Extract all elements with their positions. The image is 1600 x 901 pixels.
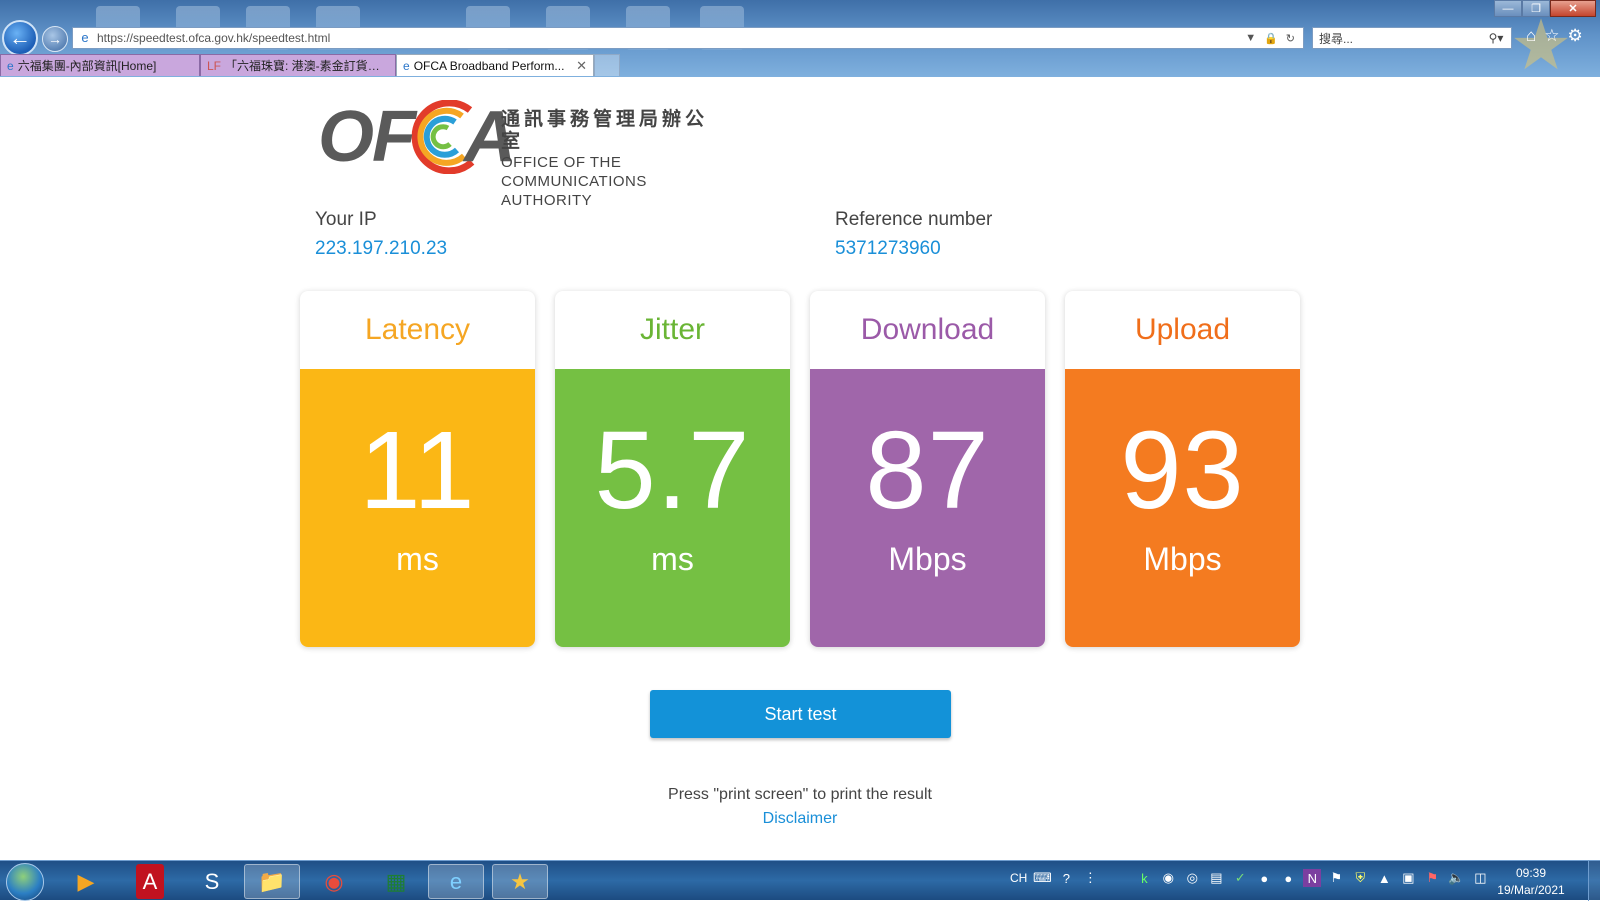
network-icon[interactable]: ▤ <box>1207 869 1225 887</box>
search-icon[interactable]: ⚲▾ <box>1481 31 1511 45</box>
upload-unit: Mbps <box>1143 541 1222 577</box>
tab-order-area[interactable]: LF 「六福珠寶: 港澳-素金訂貨區... <box>200 54 396 76</box>
arrow-left-icon: ← <box>9 25 31 50</box>
flag-alert-icon[interactable]: ⚑ <box>1423 869 1441 887</box>
show-desktop-button[interactable] <box>1588 861 1600 901</box>
chat-icon[interactable]: ◉ <box>1159 869 1177 887</box>
file-explorer-icon[interactable]: 📁 <box>244 864 300 899</box>
latency-title: Latency <box>364 313 471 346</box>
jitter-card: Jitter 5.7 ms <box>555 291 790 647</box>
page-content: OFCA 通訊事務管理局辦公室 OFFICE OF THE COMMUNICAT… <box>0 77 1600 860</box>
k-app-icon[interactable]: k <box>1135 869 1153 887</box>
reference-value: 5371273960 <box>835 238 941 259</box>
acrobat-reader-icon[interactable]: A <box>136 864 164 899</box>
system-tray: CH ⌨ ? ⋮ k ◉ ◎ ▤ ✓ ● ● N ⚑ ⛨ ▲ ▣ ⚑ 🔈 ◫ <box>1010 869 1489 887</box>
dot-icon[interactable]: ● <box>1279 869 1297 887</box>
new-tab-button[interactable] <box>594 54 620 76</box>
latency-card: Latency 11 ms <box>300 291 535 647</box>
shield-icon[interactable]: ⛨ <box>1351 869 1369 887</box>
ie-favicon-icon: e <box>403 58 410 73</box>
reference-label: Reference number <box>835 209 993 230</box>
search-input[interactable]: 搜尋... <box>1319 30 1481 47</box>
disclaimer-link[interactable]: Disclaimer <box>763 810 838 827</box>
ofca-logo: OFCA 通訊事務管理局辦公室 OFFICE OF THE COMMUNICAT… <box>318 97 728 209</box>
volume-icon[interactable]: 🔈 <box>1447 869 1465 887</box>
download-unit: Mbps <box>888 541 967 577</box>
tab-internal-home[interactable]: e 六福集團-內部資訊[Home] <box>0 54 200 76</box>
lock-icon[interactable]: 🔒 <box>1264 32 1278 45</box>
clock-date: 19/Mar/2021 <box>1497 883 1565 897</box>
latency-unit: ms <box>396 541 439 577</box>
update-icon[interactable]: ⚑ <box>1327 869 1345 887</box>
jitter-unit: ms <box>651 541 694 577</box>
clock[interactable]: 09:39 19/Mar/2021 <box>1486 865 1576 899</box>
ip-info: Your IP 223.197.210.23 <box>315 207 447 265</box>
ofca-wordmark: OFCA <box>318 97 516 177</box>
ie-favicon-icon: e <box>7 58 14 73</box>
download-title: Download <box>860 313 995 346</box>
close-window-button[interactable]: ✕ <box>1550 0 1596 17</box>
address-bar[interactable]: e https://speedtest.ofca.gov.hk/speedtes… <box>72 27 1304 49</box>
start-button[interactable] <box>6 863 44 901</box>
clock-time: 09:39 <box>1515 866 1547 880</box>
favorites-app-icon[interactable]: ★ <box>492 864 548 899</box>
logo-name-english-line2: COMMUNICATIONS AUTHORITY <box>501 173 647 209</box>
onenote-icon[interactable]: N <box>1303 869 1322 887</box>
internet-explorer-icon[interactable]: e <box>428 864 484 899</box>
upload-title: Upload <box>1134 313 1231 346</box>
jitter-value: 5.7 <box>594 409 751 532</box>
arrow-right-icon: → <box>48 31 62 47</box>
restore-button[interactable]: ❐ <box>1522 0 1550 17</box>
refresh-icon[interactable]: ↻ <box>1286 32 1295 45</box>
upload-card: Upload 93 Mbps <box>1065 291 1300 647</box>
ip-label: Your IP <box>315 209 377 230</box>
jitter-title: Jitter <box>639 313 705 346</box>
help-icon[interactable]: ? <box>1057 869 1075 887</box>
logo-name-chinese: 通訊事務管理局辦公室 <box>501 109 709 152</box>
tray-expand-icon[interactable]: ⋮ <box>1081 869 1099 887</box>
media-player-icon[interactable]: ▶ <box>58 864 114 899</box>
print-screen-note: Press "print screen" to print the result <box>668 786 932 803</box>
dot-icon[interactable]: ● <box>1255 869 1273 887</box>
lf-favicon-icon: LF <box>207 58 222 73</box>
logo-name-english-line1: OFFICE OF THE <box>501 154 622 171</box>
monitor-icon[interactable]: ▣ <box>1399 869 1417 887</box>
home-icon[interactable]: ⌂ <box>1526 26 1536 46</box>
speaker-icon[interactable]: ▲ <box>1375 869 1393 887</box>
back-button[interactable]: ← <box>2 20 38 56</box>
url-text[interactable]: https://speedtest.ofca.gov.hk/speedtest.… <box>97 31 1245 45</box>
close-tab-icon[interactable]: ✕ <box>576 58 587 74</box>
keyboard-icon[interactable]: ⌨ <box>1033 869 1052 887</box>
browser-chrome: ★ ← → e https://speedtest.ofca.gov.hk/sp… <box>0 0 1600 80</box>
windows-taskbar: ▶ A S 📁 ◉ ▦ e ★ CH ⌨ ? ⋮ k ◉ ◎ ▤ ✓ ● ● N… <box>0 860 1600 901</box>
chrome-icon[interactable]: ◉ <box>306 864 362 899</box>
settings-gear-icon[interactable]: ⚙ <box>1568 26 1583 46</box>
ip-value: 223.197.210.23 <box>315 238 448 259</box>
download-card: Download 87 Mbps <box>810 291 1045 647</box>
sync-icon[interactable]: ✓ <box>1231 869 1249 887</box>
language-indicator[interactable]: CH <box>1010 871 1027 885</box>
ie-favicon-icon: e <box>81 30 89 45</box>
upload-value: 93 <box>1120 409 1245 532</box>
reference-info: Reference number 5371273960 <box>835 207 992 265</box>
start-test-button[interactable]: Start test <box>650 690 951 738</box>
dropdown-arrow-icon[interactable]: ▼ <box>1245 32 1256 45</box>
download-value: 87 <box>865 409 990 532</box>
search-box[interactable]: 搜尋... ⚲▾ <box>1312 27 1512 49</box>
minimize-button[interactable]: — <box>1494 0 1522 17</box>
tab-bar: e 六福集團-內部資訊[Home] LF 「六福珠寶: 港澳-素金訂貨區... … <box>0 53 620 76</box>
excel-icon[interactable]: ▦ <box>368 864 424 899</box>
tab-ofca-speedtest[interactable]: e OFCA Broadband Perform... ✕ <box>396 54 594 76</box>
forward-button[interactable]: → <box>42 26 68 52</box>
skype-icon[interactable]: S <box>184 864 240 899</box>
latency-value: 11 <box>359 409 476 532</box>
favorites-star-icon[interactable]: ☆ <box>1544 26 1559 46</box>
eye-icon[interactable]: ◎ <box>1183 869 1201 887</box>
